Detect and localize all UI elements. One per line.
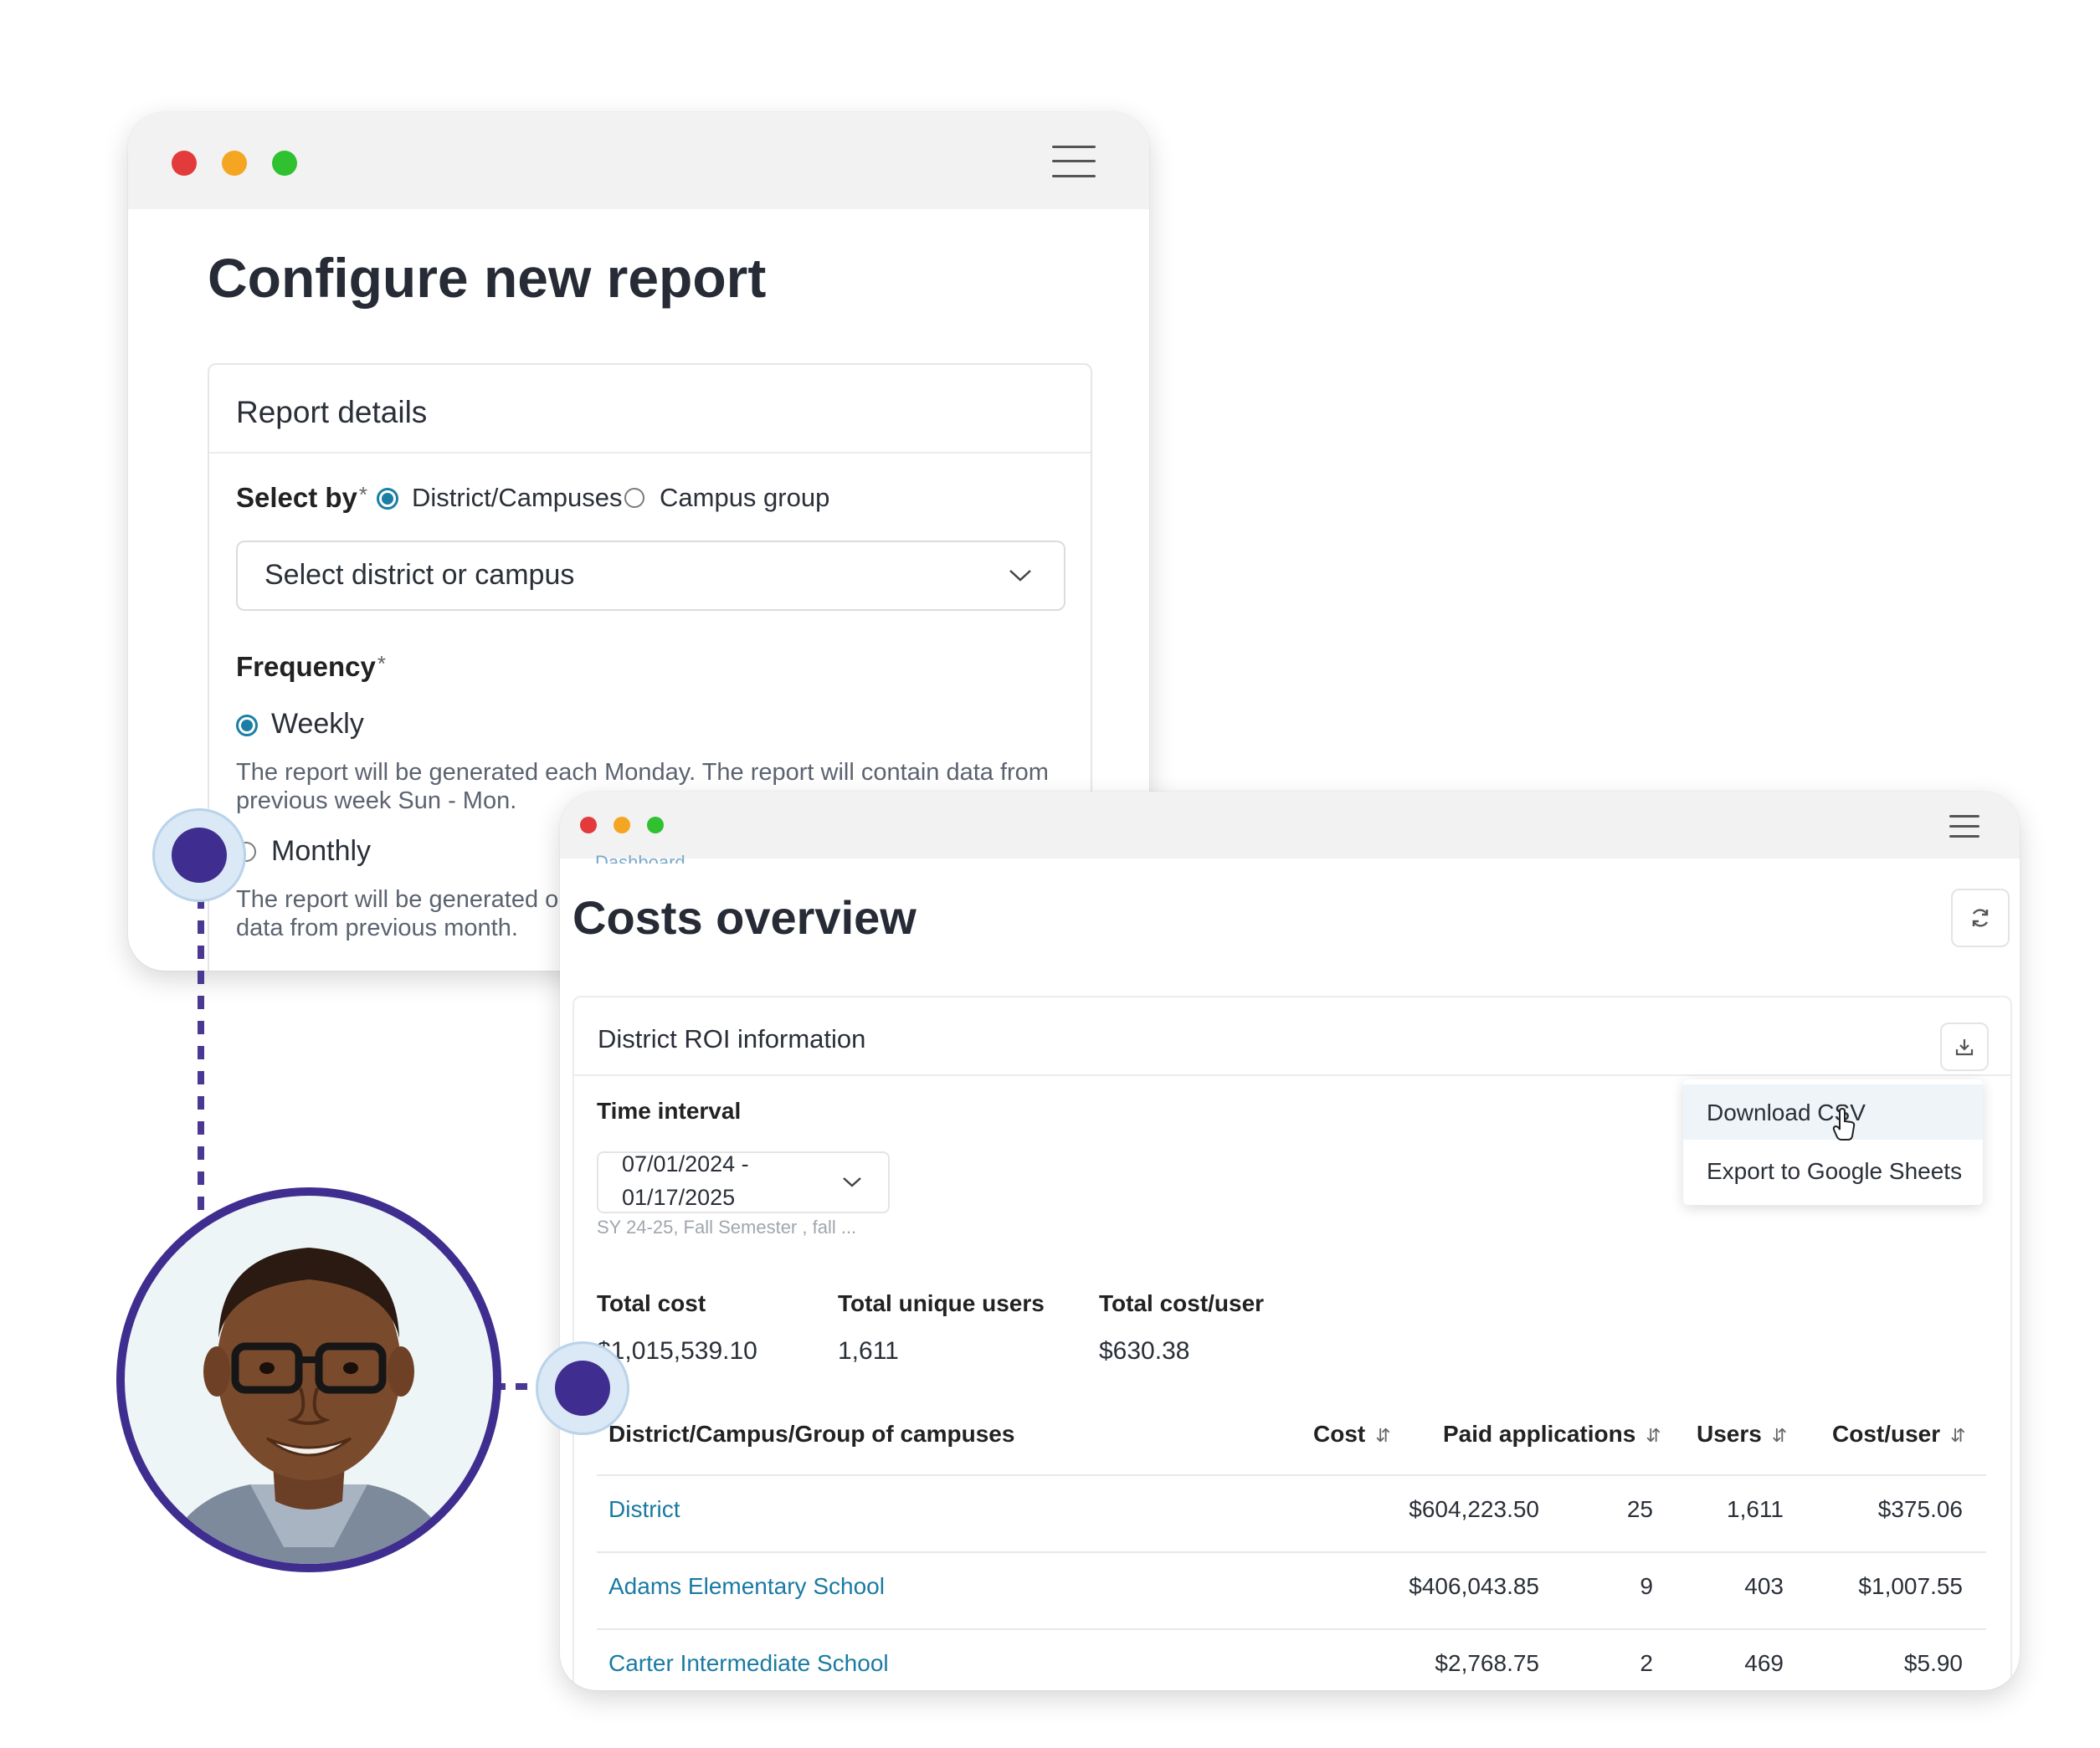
radio-weekly-label[interactable]: Weekly (271, 708, 364, 741)
campus-link[interactable]: Adams Elementary School (608, 1573, 885, 1600)
users-cell: 403 (1744, 1573, 1784, 1599)
table-divider (597, 1551, 1986, 1553)
close-window-dot[interactable] (580, 817, 597, 833)
radio-district-campuses[interactable] (377, 488, 398, 510)
column-header-cost-per-user[interactable]: Cost/user ⇵ (1832, 1421, 1966, 1448)
required-mark: * (358, 482, 368, 507)
cost-per-user-cell: $5.90 (1903, 1650, 1963, 1676)
window-titlebar (560, 792, 2020, 859)
users-cell: 1,611 (1727, 1496, 1784, 1522)
paid-applications-cell: 2 (1640, 1650, 1653, 1676)
paid-applications-cell: 9 (1640, 1573, 1653, 1599)
cost-cell: $406,043.85 (1409, 1573, 1539, 1599)
download-button[interactable] (1940, 1023, 1989, 1071)
minimize-window-dot[interactable] (222, 151, 247, 176)
total-unique-users-label: Total unique users (838, 1290, 1045, 1316)
paid-applications-cell: 25 (1626, 1496, 1653, 1522)
card-header: District ROI information (574, 997, 2010, 1076)
monthly-description: The report will be generated on data fro… (236, 885, 572, 942)
table-divider (597, 1628, 1986, 1630)
date-range-select[interactable]: 07/01/2024 - 01/17/2025 (597, 1151, 890, 1213)
chevron-down-icon (843, 1177, 861, 1187)
connector-line-vertical (198, 895, 204, 1222)
costs-overview-window: Dashboard Costs overview District ROI in… (560, 792, 2020, 1690)
maximize-window-dot[interactable] (647, 817, 664, 833)
connector-pin-bottom (536, 1341, 629, 1435)
radio-campus-group[interactable] (624, 488, 644, 508)
maximize-window-dot[interactable] (272, 151, 297, 176)
chevron-down-icon (1009, 570, 1031, 582)
frequency-label: Frequency* (236, 651, 386, 683)
column-header-label: Users (1697, 1421, 1762, 1447)
refresh-button[interactable] (1951, 889, 2010, 947)
column-header-cost[interactable]: Cost ⇵ (1313, 1421, 1391, 1448)
district-campus-select[interactable]: Select district or campus (236, 541, 1065, 611)
monthly-description-line: data from previous month. (236, 915, 518, 941)
required-mark: * (377, 651, 387, 676)
cost-cell: $2,768.75 (1435, 1650, 1539, 1676)
cursor-hand-icon (1832, 1108, 1856, 1141)
cost-cell: $604,223.50 (1409, 1496, 1539, 1522)
sort-icon[interactable]: ⇵ (1646, 1425, 1661, 1446)
hamburger-menu-icon[interactable] (1052, 146, 1096, 177)
sort-icon[interactable]: ⇵ (1375, 1425, 1390, 1446)
close-window-dot[interactable] (172, 151, 197, 176)
total-cost-per-user-label: Total cost/user (1099, 1290, 1265, 1316)
time-interval-label: Time interval (597, 1098, 742, 1124)
total-cost-per-user-value: $630.38 (1099, 1337, 1190, 1365)
column-header-label: Cost (1313, 1421, 1366, 1447)
weekly-description-line: The report will be generated each Monday… (236, 759, 1049, 786)
total-cost-label: Total cost (597, 1290, 706, 1316)
cost-per-user-cell: $375.06 (1877, 1496, 1963, 1522)
total-unique-users-value: 1,611 (838, 1337, 899, 1365)
export-dropdown-menu: Download CSV Export to Google Sheets (1683, 1079, 1983, 1205)
column-header-users[interactable]: Users ⇵ (1697, 1421, 1787, 1448)
campus-link[interactable]: Carter Intermediate School (608, 1650, 889, 1677)
minimize-window-dot[interactable] (614, 817, 630, 833)
frequency-label-text: Frequency (236, 651, 376, 682)
radio-district-campuses-label[interactable]: District/Campuses (412, 483, 623, 513)
radio-campus-group-label[interactable]: Campus group (660, 483, 829, 513)
monthly-description-line: The report will be generated on (236, 886, 572, 913)
select-by-label: Select by* (236, 482, 367, 514)
sort-icon[interactable]: ⇵ (1950, 1425, 1965, 1446)
column-header-label: Cost/user (1832, 1421, 1941, 1447)
connector-pin-top (152, 808, 246, 902)
avatar (116, 1187, 501, 1572)
menu-item-export-google-sheets[interactable]: Export to Google Sheets (1683, 1143, 1983, 1198)
window-titlebar (128, 112, 1149, 209)
district-link[interactable]: District (608, 1496, 680, 1523)
date-range-line: 07/01/2024 - (622, 1151, 749, 1176)
date-range-line: 01/17/2025 (622, 1185, 736, 1210)
users-cell: 469 (1744, 1650, 1784, 1676)
menu-item-download-csv[interactable]: Download CSV (1683, 1084, 1983, 1141)
card-header: Report details (209, 365, 1091, 454)
sort-icon[interactable]: ⇵ (1772, 1425, 1787, 1446)
menu-item-label: Export to Google Sheets (1707, 1158, 1963, 1184)
page-title: Costs overview (572, 891, 917, 944)
breadcrumb[interactable]: Dashboard (595, 852, 685, 864)
select-by-label-text: Select by (236, 482, 357, 513)
date-range-hint: SY 24-25, Fall Semester , fall ... (597, 1217, 857, 1238)
column-header-paid-applications[interactable]: Paid applications ⇵ (1443, 1421, 1661, 1448)
refresh-icon (1972, 909, 1989, 927)
download-icon (1955, 1039, 1974, 1056)
card-title: Report details (236, 395, 428, 429)
radio-weekly[interactable] (236, 715, 258, 736)
radio-monthly-label[interactable]: Monthly (271, 835, 371, 868)
column-header-label: Paid applications (1443, 1421, 1636, 1447)
hamburger-menu-icon[interactable] (1949, 815, 1979, 838)
table-divider (597, 1474, 1986, 1476)
person-portrait-icon (158, 1248, 460, 1564)
column-header-district[interactable]: District/Campus/Group of campuses (608, 1421, 1014, 1448)
page-title: Configure new report (208, 247, 767, 309)
select-placeholder: Select district or campus (264, 559, 575, 591)
card-title: District ROI information (598, 1024, 866, 1053)
cost-per-user-cell: $1,007.55 (1858, 1573, 1963, 1599)
